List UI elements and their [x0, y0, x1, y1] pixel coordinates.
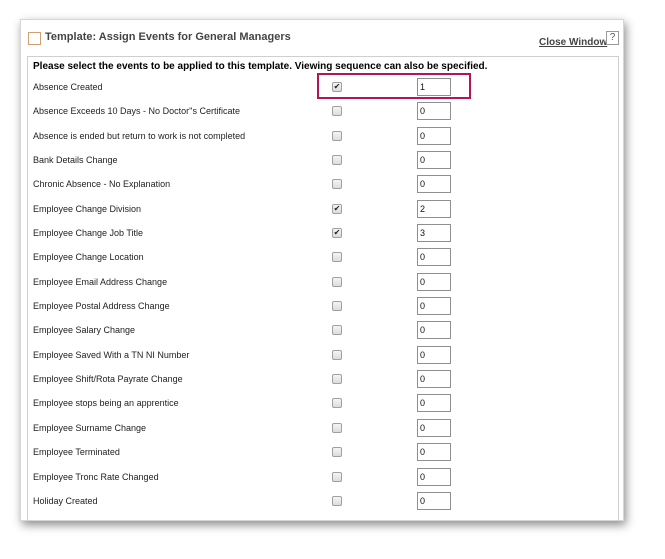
event-row: Employee Change Division ✔	[28, 197, 618, 221]
event-checkbox[interactable]	[332, 495, 342, 506]
event-row: Employee Salary Change	[28, 318, 618, 342]
sequence-input[interactable]	[417, 78, 451, 96]
event-label: Employee Email Address Change	[33, 276, 168, 287]
event-label: Holiday Created	[33, 495, 98, 506]
event-label: Employee Postal Address Change	[33, 301, 170, 312]
event-row: Employee Terminated	[28, 440, 618, 464]
sequence-input[interactable]	[417, 151, 451, 170]
event-label: Bank Details Change	[33, 155, 118, 166]
event-checkbox[interactable]	[332, 130, 342, 141]
event-label: Employee Change Division	[33, 203, 142, 214]
event-checkbox[interactable]	[332, 276, 342, 287]
window-header: Template: Assign Events for General Mana…	[21, 20, 623, 56]
check-mark-icon: ✔	[333, 82, 341, 91]
help-icon[interactable]: ?	[606, 31, 619, 45]
event-row: Chronic Absence - No Explanation	[28, 172, 618, 196]
assign-events-window: Template: Assign Events for General Mana…	[20, 19, 624, 521]
event-checkbox[interactable]	[332, 398, 342, 409]
event-row: Employee Email Address Change	[28, 270, 618, 294]
event-row: Holiday Created	[28, 489, 618, 513]
event-row: Bank Details Change	[28, 148, 618, 172]
events-panel: Please select the events to be applied t…	[27, 56, 619, 520]
close-window-link[interactable]: Close Window	[539, 37, 607, 48]
event-row: Absence is ended but return to work is n…	[28, 124, 618, 148]
event-row: Employee Saved With a TN NI Number	[28, 343, 618, 367]
sequence-input[interactable]	[417, 443, 451, 462]
sequence-input[interactable]	[417, 321, 451, 340]
event-row: Employee Change Job Title ✔	[28, 221, 618, 245]
sequence-input[interactable]	[417, 248, 451, 267]
sequence-input[interactable]	[417, 394, 451, 413]
event-label: Chronic Absence - No Explanation	[33, 179, 171, 190]
event-label: Employee Change Job Title	[33, 228, 144, 239]
event-label: Employee stops being an apprentice	[33, 398, 179, 409]
sequence-input[interactable]	[417, 102, 451, 121]
sequence-input[interactable]	[417, 297, 451, 316]
event-checkbox[interactable]	[332, 106, 342, 117]
event-row: Employee Shift/Rota Payrate Change	[28, 367, 618, 391]
event-label: Employee Change Location	[33, 252, 144, 263]
event-row: Absence Created ✔	[28, 75, 618, 99]
event-label: Employee Tronc Rate Changed	[33, 471, 159, 482]
event-checkbox[interactable]: ✔	[332, 203, 342, 214]
event-label: Employee Terminated	[33, 447, 120, 458]
event-row: Absence Exceeds 10 Days - No Doctor''s C…	[28, 99, 618, 123]
event-label: Employee Saved With a TN NI Number	[33, 349, 190, 360]
event-checkbox[interactable]	[332, 252, 342, 263]
event-row: Employee Surname Change	[28, 416, 618, 440]
sequence-input[interactable]	[417, 467, 451, 486]
sequence-input[interactable]	[417, 491, 451, 510]
sequence-input[interactable]	[417, 345, 451, 364]
check-mark-icon: ✔	[333, 228, 341, 238]
sequence-input[interactable]	[417, 224, 451, 243]
events-list: Absence Created ✔ Absence Exceeds 10 Days …	[28, 75, 618, 513]
sequence-input[interactable]	[417, 175, 451, 194]
check-mark-icon: ✔	[333, 203, 341, 213]
title-checkbox-icon	[28, 32, 41, 45]
event-checkbox[interactable]	[332, 155, 342, 166]
instructions-text: Please select the events to be applied t…	[33, 61, 488, 72]
event-row: Employee Postal Address Change	[28, 294, 618, 318]
event-label: Employee Surname Change	[33, 422, 147, 433]
sequence-input[interactable]	[417, 199, 451, 218]
event-checkbox[interactable]	[332, 325, 342, 336]
sequence-input[interactable]	[417, 126, 451, 145]
event-checkbox[interactable]	[332, 179, 342, 190]
event-row: Employee stops being an apprentice	[28, 391, 618, 415]
sequence-input[interactable]	[417, 370, 451, 389]
event-checkbox[interactable]	[332, 374, 342, 385]
sequence-input[interactable]	[417, 418, 451, 437]
window-title: Template: Assign Events for General Mana…	[45, 31, 291, 43]
event-row: Employee Change Location	[28, 245, 618, 269]
event-label: Absence Created	[33, 82, 103, 92]
sequence-input[interactable]	[417, 272, 451, 291]
event-row: Employee Tronc Rate Changed	[28, 465, 618, 489]
event-checkbox[interactable]	[332, 301, 342, 312]
event-label: Employee Salary Change	[33, 325, 136, 336]
event-label: Employee Shift/Rota Payrate Change	[33, 374, 183, 385]
event-checkbox[interactable]	[332, 447, 342, 458]
event-checkbox[interactable]	[332, 422, 342, 433]
event-checkbox[interactable]: ✔	[332, 228, 342, 239]
event-checkbox[interactable]	[332, 349, 342, 360]
event-checkbox[interactable]	[332, 471, 342, 482]
event-checkbox[interactable]: ✔	[332, 82, 342, 92]
event-label: Absence Exceeds 10 Days - No Doctor''s C…	[33, 106, 241, 117]
event-label: Absence is ended but return to work is n…	[33, 130, 246, 141]
